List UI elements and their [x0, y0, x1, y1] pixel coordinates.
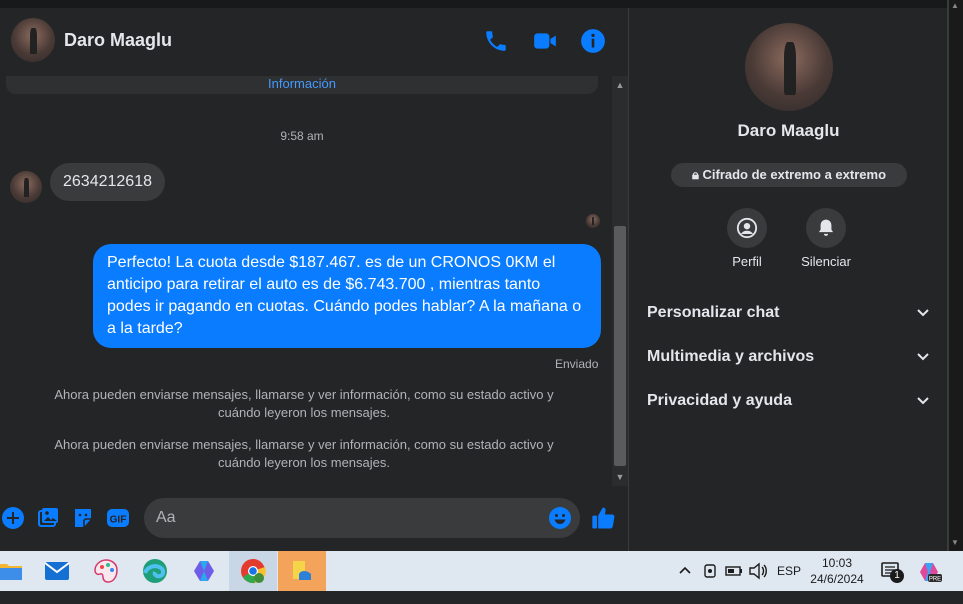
messenger-window: Daro Maaglu Información 9:58 am 26342126… [0, 0, 963, 551]
system-message: Ahora pueden enviarse mensajes, llamarse… [54, 387, 554, 420]
windows-taskbar: ESP 10:03 24/6/2024 1 PRE [0, 551, 963, 591]
page-scrollbar-track [947, 0, 949, 551]
image-icon[interactable] [36, 506, 60, 530]
info-icon[interactable] [580, 28, 606, 54]
mail-icon[interactable] [33, 551, 81, 591]
chevron-down-icon [917, 353, 929, 361]
chevron-down-icon [917, 397, 929, 405]
clock-time: 10:03 [821, 556, 853, 570]
battery-icon[interactable] [725, 563, 743, 603]
profile-label: Perfil [732, 254, 762, 269]
paint-icon[interactable] [82, 551, 130, 591]
chevron-down-icon [917, 309, 929, 317]
scroll-thumb[interactable] [614, 226, 626, 466]
message-list[interactable]: Información 9:58 am 2634212618 Perfecto!… [0, 76, 612, 486]
svg-text:PRE: PRE [929, 577, 941, 583]
profile-button[interactable]: Perfil [707, 208, 787, 269]
page-scroll-down-icon[interactable]: ▼ [951, 538, 959, 547]
section-label: Privacidad y ayuda [647, 392, 792, 409]
chat-header: Daro Maaglu [0, 8, 628, 76]
encryption-badge[interactable]: 🔒︎ Cifrado de extremo a extremo [671, 163, 907, 187]
sent-status: Enviado [555, 357, 599, 371]
files-icon[interactable] [278, 551, 326, 591]
page-scrollbar[interactable]: ▲ ▼ [947, 0, 963, 551]
volume-icon[interactable] [748, 562, 768, 602]
profile-icon [727, 208, 767, 248]
edge-icon[interactable] [131, 551, 179, 591]
message-scrollbar[interactable]: ▲ ▼ [612, 76, 628, 486]
language-indicator[interactable]: ESP [777, 564, 801, 604]
outgoing-message[interactable]: Perfecto! La cuota desde $187.467. es de… [93, 244, 601, 348]
scroll-up-arrow-icon[interactable]: ▲ [612, 78, 628, 92]
clock-date: 24/6/2024 [810, 572, 864, 586]
lock-icon: 🔒︎ [691, 167, 703, 182]
sender-avatar[interactable] [10, 171, 42, 203]
show-hidden-icons-icon[interactable] [678, 563, 692, 603]
camera-privacy-icon[interactable] [702, 562, 718, 602]
conversation-details-panel: Daro Maaglu 🔒︎ Cifrado de extremo a extr… [628, 8, 947, 551]
system-message: Ahora pueden enviarse mensajes, llamarse… [54, 437, 554, 470]
mute-label: Silenciar [801, 254, 851, 269]
contact-avatar[interactable] [11, 18, 55, 62]
contact-name[interactable]: Daro Maaglu [64, 30, 172, 51]
gif-icon[interactable]: GIF [106, 506, 130, 530]
scroll-down-arrow-icon[interactable]: ▼ [612, 470, 628, 484]
page-scroll-up-icon[interactable]: ▲ [951, 1, 959, 10]
previous-info-card: Información [6, 76, 598, 94]
copilot-icon[interactable] [180, 551, 228, 591]
notification-count-badge: 1 [890, 569, 904, 583]
seen-indicator-avatar [586, 214, 600, 228]
like-icon[interactable] [590, 504, 618, 532]
section-media-files[interactable]: Multimedia y archivos [647, 348, 931, 366]
file-explorer-icon[interactable] [0, 551, 34, 591]
profile-avatar[interactable] [745, 23, 833, 111]
copilot-pre-icon[interactable]: PRE [918, 560, 942, 600]
system-clock[interactable]: 10:03 24/6/2024 [806, 555, 868, 587]
section-label: Multimedia y archivos [647, 348, 815, 365]
plus-icon[interactable] [1, 506, 25, 530]
emoji-icon[interactable] [548, 506, 572, 530]
section-customize-chat[interactable]: Personalizar chat [647, 304, 931, 322]
section-label: Personalizar chat [647, 304, 780, 321]
sticker-icon[interactable] [71, 506, 95, 530]
info-link[interactable]: Información [6, 76, 598, 91]
bell-icon [806, 208, 846, 248]
video-icon[interactable] [532, 28, 558, 54]
message-input[interactable]: Aa [144, 498, 580, 538]
time-separator: 9:58 am [280, 129, 324, 143]
chrome-icon[interactable] [229, 551, 277, 591]
gif-label: GIF [110, 515, 127, 526]
message-input-placeholder: Aa [156, 509, 176, 526]
mute-button[interactable]: Silenciar [786, 208, 866, 269]
notifications-icon[interactable]: 1 [880, 561, 904, 601]
composer-bar: GIF Aa [0, 486, 628, 551]
section-privacy-help[interactable]: Privacidad y ayuda [647, 392, 931, 410]
profile-name: Daro Maaglu [737, 121, 840, 140]
incoming-message[interactable]: 2634212618 [50, 163, 165, 201]
phone-icon[interactable] [483, 28, 509, 54]
window-top-strip [0, 0, 963, 8]
encryption-label: Cifrado de extremo a extremo [702, 167, 887, 182]
